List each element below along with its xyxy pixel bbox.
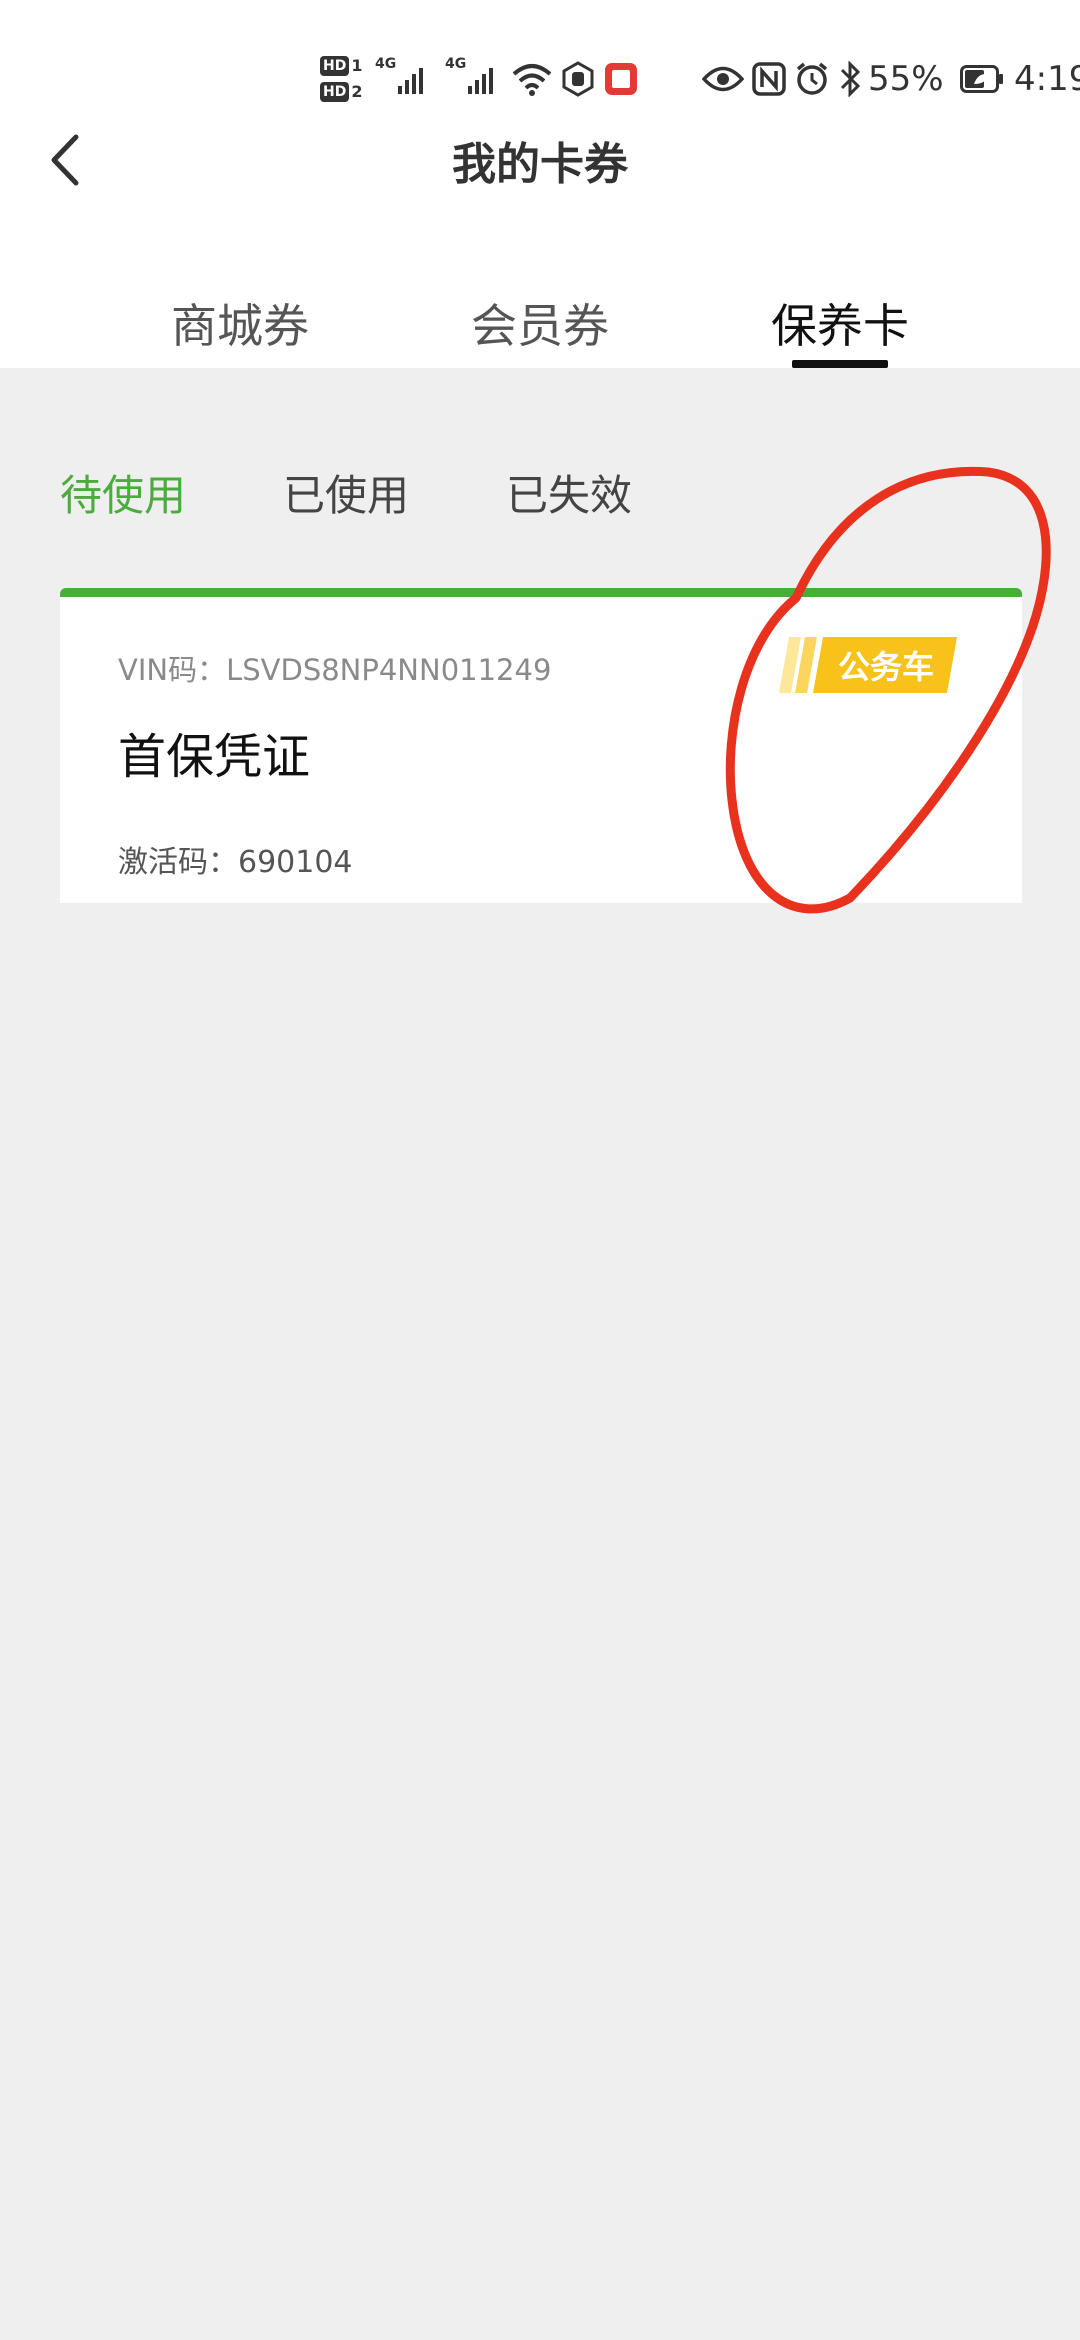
hd-indicator-2: HD 2 (320, 82, 362, 102)
battery-icon (960, 44, 1004, 114)
app-notification-icon (604, 44, 638, 114)
eye-icon (702, 44, 744, 114)
alarm-icon (794, 44, 830, 114)
status-bar: HD 1 HD 2 4G 4G 55% 4:19 (320, 44, 1080, 114)
subtab-expired[interactable]: 已失效 (506, 462, 632, 523)
signal-icon-1: 4G (375, 44, 424, 114)
subtab-unused[interactable]: 待使用 (60, 462, 186, 523)
bluetooth-icon (838, 44, 862, 114)
hand-icon (560, 44, 596, 114)
vin-text: VIN码：LSVDS8NP4NN011249 (118, 653, 552, 687)
activation-code: 激活码：690104 (118, 845, 353, 880)
subtab-used[interactable]: 已使用 (283, 462, 409, 523)
nfc-icon (752, 44, 786, 114)
signal-icon-2: 4G (445, 44, 494, 114)
tab-member-coupons[interactable]: 会员券 (420, 290, 660, 356)
battery-percent: 55% (868, 59, 944, 99)
sim-status: HD 1 HD 2 (320, 44, 362, 114)
active-tab-indicator (792, 360, 888, 368)
tab-maintenance-card[interactable]: 保养卡 (720, 290, 960, 356)
tab-mall-coupons[interactable]: 商城券 (120, 290, 360, 356)
hd-indicator-1: HD 1 (320, 56, 362, 76)
clock: 4:19 (1014, 59, 1080, 99)
annotation-circle (725, 466, 1051, 914)
wifi-icon (512, 44, 552, 114)
voucher-title: 首保凭证 (118, 729, 311, 785)
page-title: 我的卡券 (452, 139, 628, 190)
